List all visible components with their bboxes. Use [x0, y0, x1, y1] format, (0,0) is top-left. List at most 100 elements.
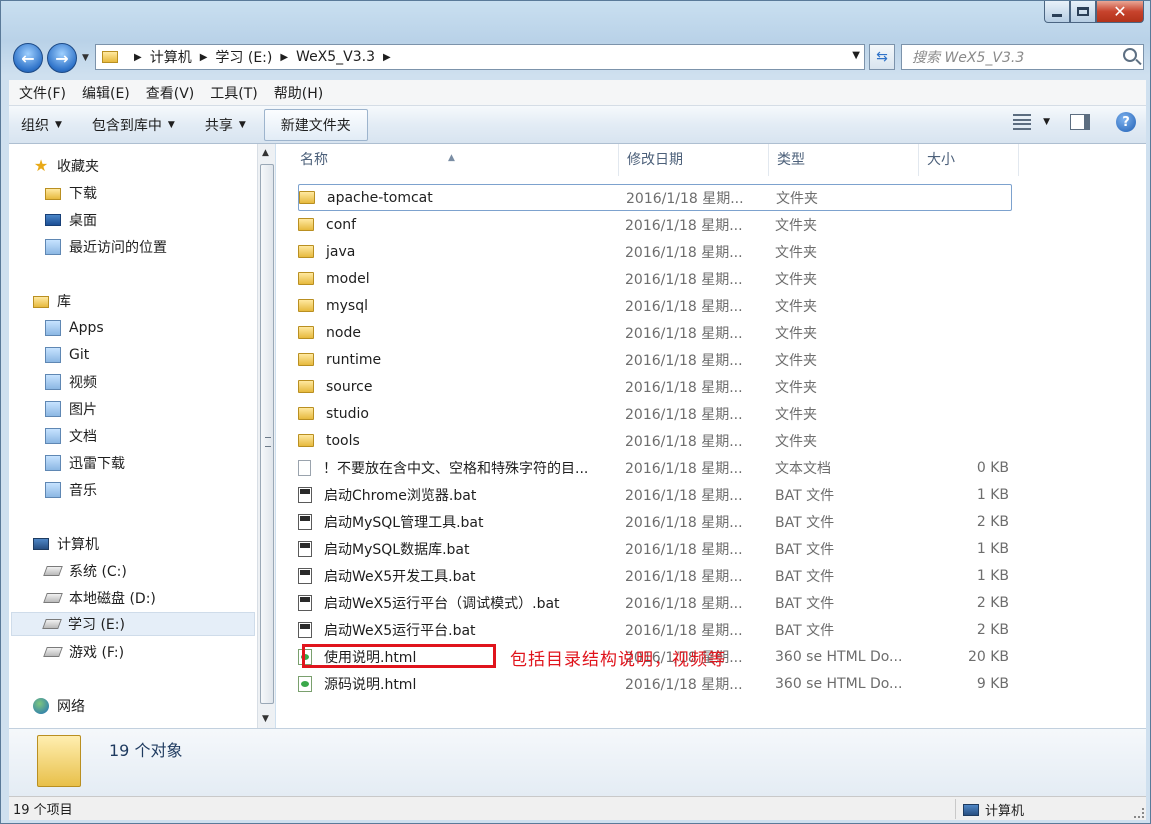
- share-button[interactable]: 共享 ▼: [205, 115, 246, 135]
- sidebar-label: 学习 (E:): [68, 617, 125, 633]
- menu-help[interactable]: 帮助(H): [274, 83, 323, 103]
- sidebar-item-thunder-downloads[interactable]: 迅雷下载: [45, 451, 125, 475]
- menu-file[interactable]: 文件(F): [19, 83, 66, 103]
- scroll-up-icon[interactable]: ▲: [262, 148, 269, 158]
- resize-grip-icon[interactable]: [1134, 808, 1144, 818]
- search-input[interactable]: 搜索 WeX5_V3.3: [901, 44, 1144, 70]
- status-bar: 19 个项目 计算机: [9, 796, 1146, 820]
- file-type: 文件夹: [775, 352, 817, 369]
- search-icon[interactable]: [1123, 48, 1137, 62]
- file-row[interactable]: apache-tomcat 2016/1/18 星期... 文件夹: [298, 184, 1012, 211]
- file-row[interactable]: 启动MySQL管理工具.bat 2016/1/18 星期... BAT 文件 2 KB: [298, 508, 1012, 535]
- sidebar-item-pictures[interactable]: 图片: [45, 397, 97, 421]
- file-row[interactable]: tools 2016/1/18 星期... 文件夹: [298, 427, 1012, 454]
- sidebar-item-music[interactable]: 音乐: [45, 478, 97, 502]
- column-date-header[interactable]: 修改日期: [619, 144, 769, 176]
- menu-view[interactable]: 查看(V): [146, 83, 195, 103]
- file-date: 2016/1/18 星期...: [625, 487, 743, 504]
- navigation-scrollbar[interactable]: ▲ ▼: [257, 144, 275, 728]
- folder-icon: [298, 245, 314, 258]
- organize-button[interactable]: 组织 ▼: [21, 115, 62, 135]
- menu-edit[interactable]: 编辑(E): [82, 83, 130, 103]
- file-row[interactable]: node 2016/1/18 星期... 文件夹: [298, 319, 1012, 346]
- minimize-button[interactable]: [1044, 1, 1070, 23]
- bat-icon: [298, 594, 312, 611]
- sidebar-item-drive-d[interactable]: 本地磁盘 (D:): [43, 586, 156, 610]
- file-row[interactable]: conf 2016/1/18 星期... 文件夹: [298, 211, 1012, 238]
- file-row[interactable]: 启动WeX5运行平台（调试模式）.bat 2016/1/18 星期... BAT 文…: [298, 589, 1012, 616]
- bat-icon: [298, 513, 312, 530]
- network-icon: [33, 698, 49, 714]
- refresh-button[interactable]: ⇆: [869, 44, 895, 70]
- column-type-header[interactable]: 类型: [769, 144, 919, 176]
- status-location: 计算机: [963, 800, 1024, 819]
- maximize-button[interactable]: [1070, 1, 1096, 23]
- recent-pages-dropdown[interactable]: ▼: [82, 53, 89, 63]
- file-name-cell: mysql: [298, 298, 619, 314]
- sidebar-item-videos[interactable]: 视频: [45, 370, 97, 394]
- file-type: 文件夹: [775, 217, 817, 234]
- sidebar-item-drive-f[interactable]: 游戏 (F:): [43, 640, 125, 664]
- file-row[interactable]: 启动WeX5运行平台.bat 2016/1/18 星期... BAT 文件 2 KB: [298, 616, 1012, 643]
- scroll-thumb[interactable]: [260, 164, 274, 704]
- breadcrumb-wex5[interactable]: WeX5_V3.3 ▶: [296, 49, 399, 65]
- file-row[interactable]: 启动MySQL数据库.bat 2016/1/18 星期... BAT 文件 1 KB: [298, 535, 1012, 562]
- sidebar-item-drive-e[interactable]: 学习 (E:): [11, 612, 255, 636]
- sidebar-item-recent-places[interactable]: 最近访问的位置: [45, 235, 167, 259]
- close-button[interactable]: ✕: [1096, 1, 1144, 23]
- address-dropdown-icon[interactable]: ▼: [852, 50, 860, 61]
- chevron-right-icon: ▶: [199, 51, 208, 63]
- sidebar-label: 最近访问的位置: [69, 240, 167, 256]
- sidebar-item-documents[interactable]: 文档: [45, 424, 97, 448]
- breadcrumb-drive-e[interactable]: 学习 (E:) ▶: [215, 47, 296, 67]
- file-row[interactable]: java 2016/1/18 星期... 文件夹: [298, 238, 1012, 265]
- sidebar-label: 游戏 (F:): [69, 645, 125, 661]
- back-button[interactable]: ←: [13, 43, 43, 73]
- file-size: 1 KB: [976, 486, 1009, 503]
- file-date: 2016/1/18 星期...: [625, 514, 743, 531]
- sidebar-item-downloads[interactable]: 下载: [45, 181, 97, 205]
- file-date: 2016/1/18 星期...: [625, 676, 743, 693]
- menu-tools[interactable]: 工具(T): [210, 83, 257, 103]
- scroll-down-icon[interactable]: ▼: [262, 714, 269, 724]
- sidebar-item-desktop[interactable]: 桌面: [45, 208, 97, 232]
- preview-pane-icon[interactable]: [1070, 114, 1090, 130]
- sidebar-item-git[interactable]: Git: [45, 343, 89, 367]
- file-row[interactable]: 源码说明.html 2016/1/18 星期... 360 se HTML Do..…: [298, 670, 1012, 697]
- file-date: 2016/1/18 星期...: [625, 541, 743, 558]
- file-row[interactable]: ！不要放在含中文、空格和特殊字符的目... 2016/1/18 星期... 文本文档…: [298, 454, 1012, 481]
- file-row[interactable]: model 2016/1/18 星期... 文件夹: [298, 265, 1012, 292]
- highlight-box: [302, 644, 496, 668]
- column-label: 大小: [927, 152, 955, 168]
- sidebar-computer[interactable]: 计算机: [33, 532, 99, 556]
- new-folder-button[interactable]: 新建文件夹: [263, 108, 368, 141]
- file-row[interactable]: 启动Chrome浏览器.bat 2016/1/18 星期... BAT 文件 1 KB: [298, 481, 1012, 508]
- view-options-dropdown-icon[interactable]: ▼: [1043, 117, 1050, 127]
- file-row[interactable]: mysql 2016/1/18 星期... 文件夹: [298, 292, 1012, 319]
- new-folder-label: 新建文件夹: [280, 117, 351, 134]
- breadcrumb-computer[interactable]: 计算机 ▶: [150, 47, 216, 67]
- column-size-header[interactable]: 大小: [919, 144, 1019, 176]
- sidebar-item-apps[interactable]: Apps: [45, 316, 104, 340]
- breadcrumb-label: WeX5_V3.3: [296, 49, 376, 65]
- file-row[interactable]: runtime 2016/1/18 星期... 文件夹: [298, 346, 1012, 373]
- file-row[interactable]: studio 2016/1/18 星期... 文件夹: [298, 400, 1012, 427]
- menu-bar: 文件(F) 编辑(E) 查看(V) 工具(T) 帮助(H): [9, 80, 1146, 106]
- sidebar-favorites[interactable]: ★ 收藏夹: [33, 154, 99, 178]
- file-row[interactable]: 启动WeX5开发工具.bat 2016/1/18 星期... BAT 文件 1 KB: [298, 562, 1012, 589]
- address-bar[interactable]: ▶ 计算机 ▶ 学习 (E:) ▶ WeX5_V3.3 ▶ ▼: [95, 44, 865, 70]
- file-name-cell: source: [298, 379, 619, 395]
- change-view-icon[interactable]: [1013, 114, 1032, 130]
- file-row[interactable]: source 2016/1/18 星期... 文件夹: [298, 373, 1012, 400]
- help-icon[interactable]: ?: [1116, 112, 1136, 132]
- chevron-down-icon: ▼: [238, 119, 246, 130]
- include-in-library-button[interactable]: 包含到库中 ▼: [92, 115, 175, 135]
- file-date: 2016/1/18 星期...: [625, 460, 743, 477]
- forward-button[interactable]: →: [47, 43, 77, 73]
- sidebar-libraries[interactable]: 库: [33, 289, 71, 313]
- sidebar-network[interactable]: 网络: [33, 694, 85, 718]
- sidebar-label: 计算机: [57, 537, 99, 553]
- column-name-header[interactable]: ▲ 名称: [276, 144, 619, 176]
- sidebar-item-drive-c[interactable]: 系统 (C:): [43, 559, 127, 583]
- file-name: source: [326, 378, 373, 395]
